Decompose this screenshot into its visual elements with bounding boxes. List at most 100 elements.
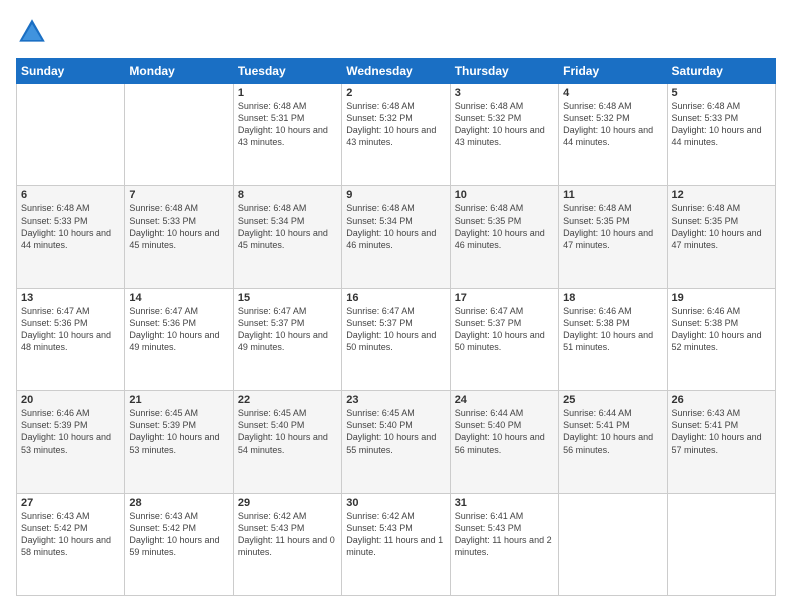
day-number: 29 <box>238 497 337 509</box>
cell-info: Sunrise: 6:43 AM Sunset: 5:41 PM Dayligh… <box>672 407 771 456</box>
week-row-1: 1Sunrise: 6:48 AM Sunset: 5:31 PM Daylig… <box>17 84 776 186</box>
day-number: 8 <box>238 189 337 201</box>
calendar-cell <box>667 493 775 595</box>
cell-info: Sunrise: 6:48 AM Sunset: 5:32 PM Dayligh… <box>455 100 554 149</box>
calendar-cell: 4Sunrise: 6:48 AM Sunset: 5:32 PM Daylig… <box>559 84 667 186</box>
cell-info: Sunrise: 6:46 AM Sunset: 5:39 PM Dayligh… <box>21 407 120 456</box>
calendar-cell: 5Sunrise: 6:48 AM Sunset: 5:33 PM Daylig… <box>667 84 775 186</box>
day-number: 5 <box>672 87 771 99</box>
day-number: 11 <box>563 189 662 201</box>
calendar-cell: 6Sunrise: 6:48 AM Sunset: 5:33 PM Daylig… <box>17 186 125 288</box>
calendar-cell: 19Sunrise: 6:46 AM Sunset: 5:38 PM Dayli… <box>667 288 775 390</box>
day-number: 14 <box>129 292 228 304</box>
weekday-header-thursday: Thursday <box>450 59 558 84</box>
calendar-cell: 18Sunrise: 6:46 AM Sunset: 5:38 PM Dayli… <box>559 288 667 390</box>
calendar-table: SundayMondayTuesdayWednesdayThursdayFrid… <box>16 58 776 596</box>
calendar-cell: 9Sunrise: 6:48 AM Sunset: 5:34 PM Daylig… <box>342 186 450 288</box>
calendar-cell: 3Sunrise: 6:48 AM Sunset: 5:32 PM Daylig… <box>450 84 558 186</box>
day-number: 23 <box>346 394 445 406</box>
day-number: 21 <box>129 394 228 406</box>
cell-info: Sunrise: 6:48 AM Sunset: 5:35 PM Dayligh… <box>563 202 662 251</box>
logo <box>16 16 52 48</box>
cell-info: Sunrise: 6:48 AM Sunset: 5:35 PM Dayligh… <box>672 202 771 251</box>
day-number: 22 <box>238 394 337 406</box>
day-number: 17 <box>455 292 554 304</box>
cell-info: Sunrise: 6:48 AM Sunset: 5:33 PM Dayligh… <box>672 100 771 149</box>
header <box>16 16 776 48</box>
calendar-cell: 28Sunrise: 6:43 AM Sunset: 5:42 PM Dayli… <box>125 493 233 595</box>
day-number: 30 <box>346 497 445 509</box>
calendar-cell: 27Sunrise: 6:43 AM Sunset: 5:42 PM Dayli… <box>17 493 125 595</box>
weekday-header-sunday: Sunday <box>17 59 125 84</box>
cell-info: Sunrise: 6:47 AM Sunset: 5:37 PM Dayligh… <box>238 305 337 354</box>
day-number: 2 <box>346 87 445 99</box>
cell-info: Sunrise: 6:44 AM Sunset: 5:40 PM Dayligh… <box>455 407 554 456</box>
weekday-header-wednesday: Wednesday <box>342 59 450 84</box>
calendar-cell: 16Sunrise: 6:47 AM Sunset: 5:37 PM Dayli… <box>342 288 450 390</box>
cell-info: Sunrise: 6:47 AM Sunset: 5:36 PM Dayligh… <box>129 305 228 354</box>
cell-info: Sunrise: 6:48 AM Sunset: 5:31 PM Dayligh… <box>238 100 337 149</box>
week-row-4: 20Sunrise: 6:46 AM Sunset: 5:39 PM Dayli… <box>17 391 776 493</box>
calendar-cell: 7Sunrise: 6:48 AM Sunset: 5:33 PM Daylig… <box>125 186 233 288</box>
calendar-cell: 12Sunrise: 6:48 AM Sunset: 5:35 PM Dayli… <box>667 186 775 288</box>
day-number: 27 <box>21 497 120 509</box>
cell-info: Sunrise: 6:47 AM Sunset: 5:37 PM Dayligh… <box>455 305 554 354</box>
cell-info: Sunrise: 6:48 AM Sunset: 5:35 PM Dayligh… <box>455 202 554 251</box>
cell-info: Sunrise: 6:45 AM Sunset: 5:40 PM Dayligh… <box>346 407 445 456</box>
cell-info: Sunrise: 6:41 AM Sunset: 5:43 PM Dayligh… <box>455 510 554 559</box>
calendar-cell: 2Sunrise: 6:48 AM Sunset: 5:32 PM Daylig… <box>342 84 450 186</box>
weekday-header-friday: Friday <box>559 59 667 84</box>
calendar-cell: 29Sunrise: 6:42 AM Sunset: 5:43 PM Dayli… <box>233 493 341 595</box>
day-number: 10 <box>455 189 554 201</box>
calendar-cell: 13Sunrise: 6:47 AM Sunset: 5:36 PM Dayli… <box>17 288 125 390</box>
cell-info: Sunrise: 6:48 AM Sunset: 5:33 PM Dayligh… <box>129 202 228 251</box>
logo-icon <box>16 16 48 48</box>
day-number: 25 <box>563 394 662 406</box>
cell-info: Sunrise: 6:48 AM Sunset: 5:34 PM Dayligh… <box>238 202 337 251</box>
weekday-header-monday: Monday <box>125 59 233 84</box>
weekday-header-row: SundayMondayTuesdayWednesdayThursdayFrid… <box>17 59 776 84</box>
day-number: 26 <box>672 394 771 406</box>
day-number: 19 <box>672 292 771 304</box>
day-number: 15 <box>238 292 337 304</box>
cell-info: Sunrise: 6:47 AM Sunset: 5:36 PM Dayligh… <box>21 305 120 354</box>
cell-info: Sunrise: 6:48 AM Sunset: 5:32 PM Dayligh… <box>346 100 445 149</box>
page: SundayMondayTuesdayWednesdayThursdayFrid… <box>0 0 792 612</box>
cell-info: Sunrise: 6:45 AM Sunset: 5:39 PM Dayligh… <box>129 407 228 456</box>
calendar-cell: 25Sunrise: 6:44 AM Sunset: 5:41 PM Dayli… <box>559 391 667 493</box>
cell-info: Sunrise: 6:44 AM Sunset: 5:41 PM Dayligh… <box>563 407 662 456</box>
calendar-cell: 11Sunrise: 6:48 AM Sunset: 5:35 PM Dayli… <box>559 186 667 288</box>
cell-info: Sunrise: 6:48 AM Sunset: 5:33 PM Dayligh… <box>21 202 120 251</box>
calendar-cell: 15Sunrise: 6:47 AM Sunset: 5:37 PM Dayli… <box>233 288 341 390</box>
calendar-cell <box>125 84 233 186</box>
cell-info: Sunrise: 6:42 AM Sunset: 5:43 PM Dayligh… <box>238 510 337 559</box>
cell-info: Sunrise: 6:47 AM Sunset: 5:37 PM Dayligh… <box>346 305 445 354</box>
calendar-cell: 20Sunrise: 6:46 AM Sunset: 5:39 PM Dayli… <box>17 391 125 493</box>
day-number: 7 <box>129 189 228 201</box>
cell-info: Sunrise: 6:43 AM Sunset: 5:42 PM Dayligh… <box>21 510 120 559</box>
calendar-cell: 23Sunrise: 6:45 AM Sunset: 5:40 PM Dayli… <box>342 391 450 493</box>
day-number: 16 <box>346 292 445 304</box>
day-number: 18 <box>563 292 662 304</box>
calendar-cell <box>17 84 125 186</box>
cell-info: Sunrise: 6:45 AM Sunset: 5:40 PM Dayligh… <box>238 407 337 456</box>
calendar-cell: 17Sunrise: 6:47 AM Sunset: 5:37 PM Dayli… <box>450 288 558 390</box>
calendar-cell: 30Sunrise: 6:42 AM Sunset: 5:43 PM Dayli… <box>342 493 450 595</box>
calendar-cell: 14Sunrise: 6:47 AM Sunset: 5:36 PM Dayli… <box>125 288 233 390</box>
cell-info: Sunrise: 6:42 AM Sunset: 5:43 PM Dayligh… <box>346 510 445 559</box>
calendar-cell: 24Sunrise: 6:44 AM Sunset: 5:40 PM Dayli… <box>450 391 558 493</box>
day-number: 24 <box>455 394 554 406</box>
calendar-cell: 1Sunrise: 6:48 AM Sunset: 5:31 PM Daylig… <box>233 84 341 186</box>
day-number: 31 <box>455 497 554 509</box>
day-number: 12 <box>672 189 771 201</box>
calendar-cell: 21Sunrise: 6:45 AM Sunset: 5:39 PM Dayli… <box>125 391 233 493</box>
calendar-cell: 22Sunrise: 6:45 AM Sunset: 5:40 PM Dayli… <box>233 391 341 493</box>
week-row-5: 27Sunrise: 6:43 AM Sunset: 5:42 PM Dayli… <box>17 493 776 595</box>
cell-info: Sunrise: 6:46 AM Sunset: 5:38 PM Dayligh… <box>672 305 771 354</box>
calendar-cell <box>559 493 667 595</box>
day-number: 1 <box>238 87 337 99</box>
week-row-3: 13Sunrise: 6:47 AM Sunset: 5:36 PM Dayli… <box>17 288 776 390</box>
day-number: 6 <box>21 189 120 201</box>
calendar-cell: 26Sunrise: 6:43 AM Sunset: 5:41 PM Dayli… <box>667 391 775 493</box>
calendar-cell: 10Sunrise: 6:48 AM Sunset: 5:35 PM Dayli… <box>450 186 558 288</box>
